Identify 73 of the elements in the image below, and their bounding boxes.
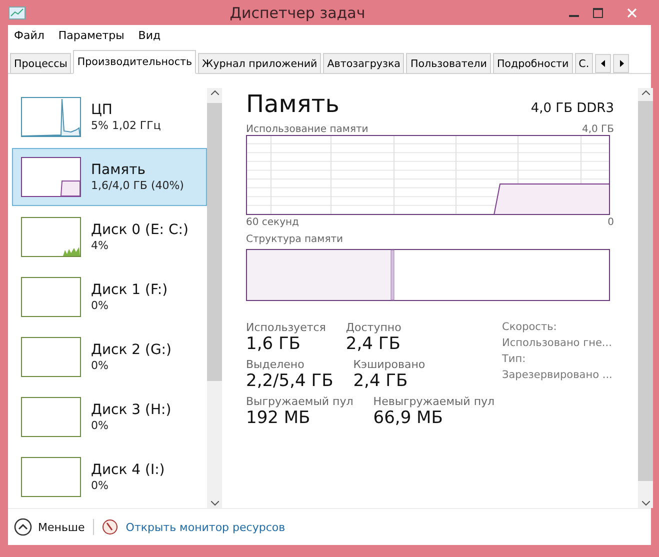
window-title: Диспетчер задач [228, 4, 366, 22]
stat-value: 2,2/5,4 ГБ [246, 371, 334, 391]
chart-max-label: 4,0 ГБ [582, 124, 614, 135]
tab[interactable]: С. [574, 53, 594, 74]
stat-label: Кэшировано [353, 358, 426, 371]
stat-label: Выгружаемый пул [246, 395, 354, 408]
menu-item[interactable]: Файл [14, 29, 44, 43]
item-name: Диск 2 (G:) [91, 342, 172, 358]
sidebar-item[interactable]: Диск 2 (G:) 0% [12, 328, 207, 386]
stat-label: Выделено [246, 358, 306, 371]
stat-value: 2,4 ГБ [353, 371, 409, 391]
property-label: Использовано гне... [502, 337, 613, 349]
cpu-graph-icon [21, 97, 81, 137]
chart-title: Использование памяти [246, 124, 368, 135]
item-name: Диск 0 (E: C:) [91, 222, 188, 238]
item-detail: 0% [91, 419, 110, 432]
item-detail: 0% [91, 359, 110, 372]
sidebar-item[interactable]: Диск 1 (F:) 0% [12, 268, 207, 326]
item-detail: 4% [91, 239, 110, 252]
sidebar-item[interactable]: Диск 3 (H:) 0% [12, 388, 207, 446]
scroll-down-icon[interactable] [210, 501, 218, 506]
item-detail: 1,6/4,0 ГБ (40%) [91, 179, 184, 192]
scroll-down-icon[interactable] [642, 501, 650, 506]
stat-label: Используется [246, 321, 326, 334]
property-label: Тип: [502, 353, 527, 365]
collapse-icon [14, 518, 32, 536]
tab[interactable]: Журнал приложений [198, 53, 322, 74]
stat-value: 2,4 ГБ [346, 334, 402, 354]
sidebar-item[interactable]: Память 1,6/4,0 ГБ (40%) [12, 148, 207, 206]
item-detail: 0% [91, 299, 110, 312]
property-label: Скорость: [502, 321, 558, 333]
memory-spec: 4,0 ГБ DDR3 [530, 101, 614, 116]
item-detail: 5% 1,02 ГГц [91, 119, 161, 132]
tab[interactable]: Подробности [492, 53, 573, 74]
menu-item[interactable]: Параметры [58, 29, 124, 43]
stat-value: 66,9 МБ [373, 408, 444, 428]
stat-value: 1,6 ГБ [246, 334, 302, 354]
sidebar-item[interactable]: Диск 0 (E: C:) 4% [12, 208, 207, 266]
gauge-icon [102, 519, 118, 535]
chart-title: Структура памяти [246, 234, 344, 245]
less-button[interactable]: Меньше [14, 518, 85, 536]
app-icon [8, 6, 26, 20]
axis-start-label: 60 секунд [246, 217, 299, 228]
item-name: Диск 1 (F:) [91, 282, 168, 298]
section-title: Память [246, 90, 340, 118]
tab[interactable]: Производительность [73, 50, 196, 74]
resource-monitor-link[interactable]: Открыть монитор ресурсов [126, 520, 286, 534]
left-arrow-icon [600, 60, 606, 67]
tab[interactable]: Автозагрузка [323, 53, 404, 74]
item-detail: 0% [91, 479, 110, 492]
item-name: Диск 4 (I:) [91, 462, 165, 478]
item-name: Диск 3 (H:) [91, 402, 172, 418]
scroll-up-icon[interactable] [210, 90, 218, 95]
item-name: Память [91, 162, 146, 178]
menu-item[interactable]: Вид [138, 29, 161, 43]
sidebar-item[interactable]: ЦП 5% 1,02 ГГц [12, 88, 207, 146]
scrollbar[interactable] [638, 88, 653, 508]
property-label: Зарезервировано ... [502, 369, 614, 381]
tab[interactable]: Процессы [10, 53, 72, 74]
scroll-up-icon[interactable] [642, 90, 650, 95]
axis-end-label: 0 [608, 217, 614, 228]
stat-label: Доступно [346, 321, 402, 334]
scrollbar[interactable] [207, 88, 222, 508]
scroll-left-button[interactable] [595, 54, 612, 73]
stat-value: 192 МБ [246, 408, 312, 428]
tab[interactable]: Пользователи [406, 53, 491, 74]
maximize-icon[interactable] [593, 8, 603, 18]
sidebar-item[interactable]: Диск 4 (I:) 0% [12, 448, 207, 506]
stat-label: Невыгружаемый пул [373, 395, 495, 408]
right-arrow-icon [618, 60, 624, 67]
scroll-right-button[interactable] [613, 54, 630, 73]
item-name: ЦП [91, 102, 114, 118]
memory-graph-icon [21, 157, 81, 197]
